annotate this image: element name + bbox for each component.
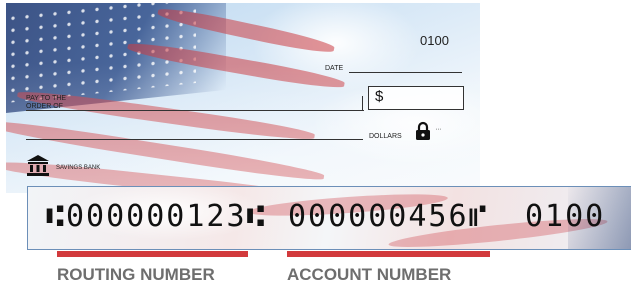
dollars-label: DOLLARS [369,133,402,140]
routing-number-label: ROUTING NUMBER [57,265,215,284]
check-image: 0100 DATE PAY TO THE ORDER OF $ DOLLARS … [6,3,480,193]
payee-line-end [362,96,363,110]
date-line [349,72,462,73]
pay-to-label: PAY TO THE ORDER OF [26,95,66,111]
check-number: 0100 [420,33,449,48]
account-number-label: ACCOUNT NUMBER [287,265,452,284]
security-features-note: ▪ ▪ ▪ [436,127,441,131]
written-amount-line [26,139,363,140]
payee-line [26,110,364,111]
account-underline [287,251,490,257]
routing-underline [57,251,248,257]
lock-icon [416,121,430,140]
micr-line-magnified: ⑆000000123⑆ 000000456⑈ 0100 [27,186,631,250]
amount-dollar-sign: $ [375,88,384,105]
date-label: DATE [325,65,344,72]
micr-account-number: 000000456⑈ [288,199,489,234]
check-wash [6,63,480,193]
micr-routing-number: ⑆000000123⑆ [46,199,267,234]
pay-to-label-line1: PAY TO THE [26,95,67,102]
amount-box: $ [368,86,464,110]
bank-name: SAVINGS BANK [56,165,101,171]
bank-icon [27,155,49,176]
micr-check-number: 0100 [525,199,606,234]
